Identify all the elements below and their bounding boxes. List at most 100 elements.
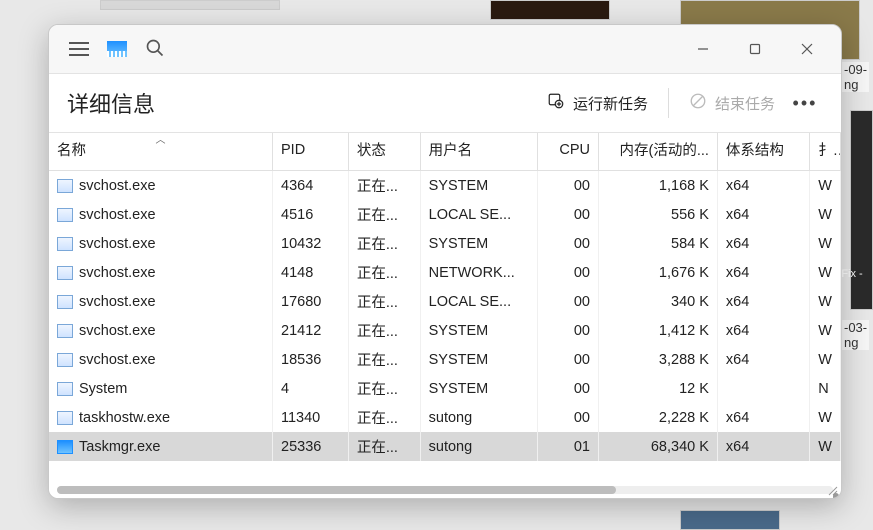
col-extra[interactable]: 扌 [810, 133, 841, 171]
cell-status: 正在... [348, 171, 420, 201]
cell-pid: 18536 [273, 345, 349, 374]
cell-extra: W [810, 258, 841, 287]
cell-mem: 1,412 K [599, 316, 718, 345]
table-row[interactable]: svchost.exe4516正在...LOCAL SE...00556 Kx6… [49, 200, 841, 229]
cell-mem: 3,288 K [599, 345, 718, 374]
process-icon [57, 440, 73, 454]
menu-icon[interactable] [69, 42, 89, 56]
cell-user: LOCAL SE... [420, 287, 537, 316]
cell-cpu: 00 [537, 374, 599, 403]
cell-user: sutong [420, 403, 537, 432]
cell-user: SYSTEM [420, 171, 537, 201]
more-button[interactable]: ••• [787, 93, 823, 114]
cell-user: SYSTEM [420, 316, 537, 345]
cell-cpu: 00 [537, 403, 599, 432]
process-icon [57, 324, 73, 338]
col-cpu[interactable]: CPU [537, 133, 599, 171]
sort-asc-icon: ︿ [156, 133, 166, 146]
run-task-icon [547, 92, 565, 114]
minimize-button[interactable] [677, 29, 729, 69]
resize-grip[interactable] [826, 483, 838, 495]
process-icon [57, 353, 73, 367]
cell-extra: W [810, 229, 841, 258]
cell-arch: x64 [717, 258, 809, 287]
cell-extra: W [810, 403, 841, 432]
maximize-button[interactable] [729, 29, 781, 69]
page-title: 详细信息 [67, 87, 155, 119]
table-row[interactable]: svchost.exe21412正在...SYSTEM001,412 Kx64W [49, 316, 841, 345]
table-row[interactable]: svchost.exe 4148正在...NETWORK...001,676 Kx… [49, 258, 841, 287]
process-name: svchost.exe [79, 236, 156, 252]
end-task-label: 结束任务 [715, 93, 775, 114]
table-row[interactable]: Taskmgr.exe25336正在...sutong0168,340 Kx64… [49, 432, 841, 461]
cell-pid: 4148 [273, 258, 349, 287]
cell-mem: 1,168 K [599, 171, 718, 201]
column-headers: ︿名称 PID 状态 用户名 CPU 内存(活动的... 体系结构 扌 [49, 133, 841, 171]
table-row[interactable]: svchost.exe4364正在...SYSTEM001,168 Kx64W [49, 171, 841, 201]
cell-arch: x64 [717, 287, 809, 316]
horizontal-scrollbar[interactable] [57, 486, 833, 494]
process-name: svchost.exe [79, 352, 156, 368]
cell-status: 正在... [348, 403, 420, 432]
cell-arch: x64 [717, 200, 809, 229]
cell-status: 正在... [348, 200, 420, 229]
cell-user: sutong [420, 432, 537, 461]
run-new-task-button[interactable]: 运行新任务 [535, 84, 660, 122]
cell-mem: 556 K [599, 200, 718, 229]
cell-user: SYSTEM [420, 345, 537, 374]
cell-status: 正在... [348, 229, 420, 258]
col-name[interactable]: ︿名称 [49, 133, 273, 171]
cell-status: 正在... [348, 287, 420, 316]
cell-pid: 4 [273, 374, 349, 403]
table-row[interactable]: svchost.exe18536正在...SYSTEM003,288 Kx64W [49, 345, 841, 374]
end-task-button: 结束任务 [677, 84, 787, 122]
cell-status: 正在... [348, 316, 420, 345]
cell-pid: 4516 [273, 200, 349, 229]
cell-mem: 584 K [599, 229, 718, 258]
titlebar[interactable] [49, 25, 841, 73]
col-mem[interactable]: 内存(活动的... [599, 133, 718, 171]
cell-mem: 2,228 K [599, 403, 718, 432]
process-name: svchost.exe [79, 178, 156, 194]
col-user[interactable]: 用户名 [420, 133, 537, 171]
cell-cpu: 00 [537, 345, 599, 374]
cell-arch: x64 [717, 316, 809, 345]
cell-arch: x64 [717, 432, 809, 461]
close-button[interactable] [781, 29, 833, 69]
table-row[interactable]: svchost.exe 10432正在...SYSTEM00584 Kx64W [49, 229, 841, 258]
col-arch[interactable]: 体系结构 [717, 133, 809, 171]
cell-user: SYSTEM [420, 229, 537, 258]
cell-mem: 1,676 K [599, 258, 718, 287]
cell-arch: x64 [717, 171, 809, 201]
cell-user: NETWORK... [420, 258, 537, 287]
cell-pid: 10432 [273, 229, 349, 258]
table-row[interactable]: System4正在...SYSTEM0012 KN [49, 374, 841, 403]
cell-extra: W [810, 200, 841, 229]
cell-arch: x64 [717, 403, 809, 432]
run-new-task-label: 运行新任务 [573, 93, 648, 114]
col-pid[interactable]: PID [273, 133, 349, 171]
cell-cpu: 00 [537, 171, 599, 201]
cell-status: 正在... [348, 258, 420, 287]
table-row[interactable]: taskhostw.exe11340正在...sutong002,228 Kx6… [49, 403, 841, 432]
search-icon[interactable] [145, 38, 165, 61]
process-icon [57, 295, 73, 309]
cell-mem: 340 K [599, 287, 718, 316]
process-icon [57, 411, 73, 425]
cell-extra: N [810, 374, 841, 403]
cell-mem: 12 K [599, 374, 718, 403]
cell-pid: 25336 [273, 432, 349, 461]
table-row[interactable]: svchost.exe17680正在...LOCAL SE...00340 Kx… [49, 287, 841, 316]
col-status[interactable]: 状态 [348, 133, 420, 171]
cell-cpu: 00 [537, 229, 599, 258]
cell-cpu: 00 [537, 200, 599, 229]
process-name: System [79, 381, 127, 397]
cell-status: 正在... [348, 345, 420, 374]
process-name: svchost.exe [79, 265, 156, 281]
cell-pid: 11340 [273, 403, 349, 432]
cell-extra: W [810, 432, 841, 461]
cell-arch: x64 [717, 229, 809, 258]
cell-mem: 68,340 K [599, 432, 718, 461]
cell-cpu: 00 [537, 258, 599, 287]
cell-arch: x64 [717, 345, 809, 374]
